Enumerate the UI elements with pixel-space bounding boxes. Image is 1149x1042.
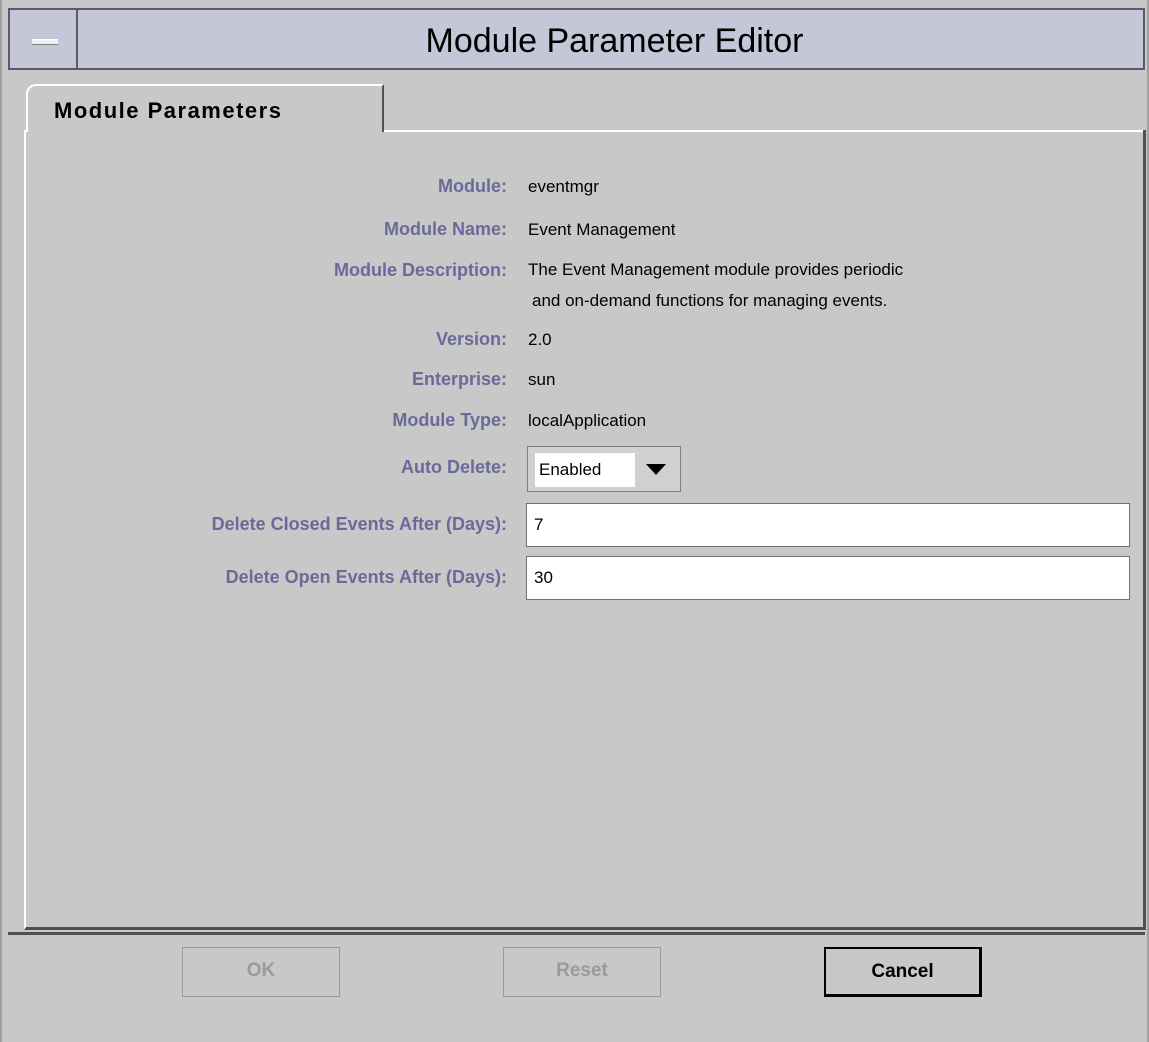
module-type-label: Module Type: [392,410,507,430]
tab-module-parameters[interactable]: Module Parameters [26,84,384,132]
reset-button[interactable]: Reset [503,947,661,997]
ok-button[interactable]: OK [182,947,340,997]
auto-delete-label: Auto Delete: [400,457,507,477]
version-label: Version: [435,329,507,349]
enterprise-label: Enterprise: [411,369,507,389]
module-description-line-2: and on-demand functions for managing eve… [532,291,888,310]
module-description-label: Module Description: [333,260,507,280]
module-label: Module: [438,176,507,196]
window-menu-icon [32,39,58,45]
title-bar: Module Parameter Editor [8,8,1145,70]
auto-delete-dropdown[interactable]: Enabled [527,446,681,492]
delete-open-days-input[interactable] [526,556,1130,600]
module-name-label: Module Name: [383,219,507,239]
version-value: 2.0 [528,330,552,349]
module-description-value: The Event Management module provides per… [528,254,903,316]
auto-delete-selected: Enabled [535,453,635,487]
delete-closed-days-input[interactable] [526,503,1130,547]
enterprise-value: sun [528,370,556,389]
module-name-value: Event Management [528,220,676,239]
cancel-button[interactable]: Cancel [824,947,982,997]
window-title: Module Parameter Editor [425,22,804,60]
module-type-value: localApplication [528,411,647,430]
module-parameter-editor-window: Module Parameter Editor Module Parameter… [0,0,1149,1042]
window-menu-button[interactable] [8,8,78,70]
button-bar-divider [8,932,1145,935]
module-description-line-1: The Event Management module provides per… [528,260,904,279]
delete-open-label: Delete Open Events After (Days): [225,567,507,587]
delete-closed-label: Delete Closed Events After (Days): [211,514,507,534]
tab-label: Module Parameters [54,98,283,123]
chevron-down-icon[interactable] [646,464,666,475]
module-value: eventmgr [528,177,599,196]
